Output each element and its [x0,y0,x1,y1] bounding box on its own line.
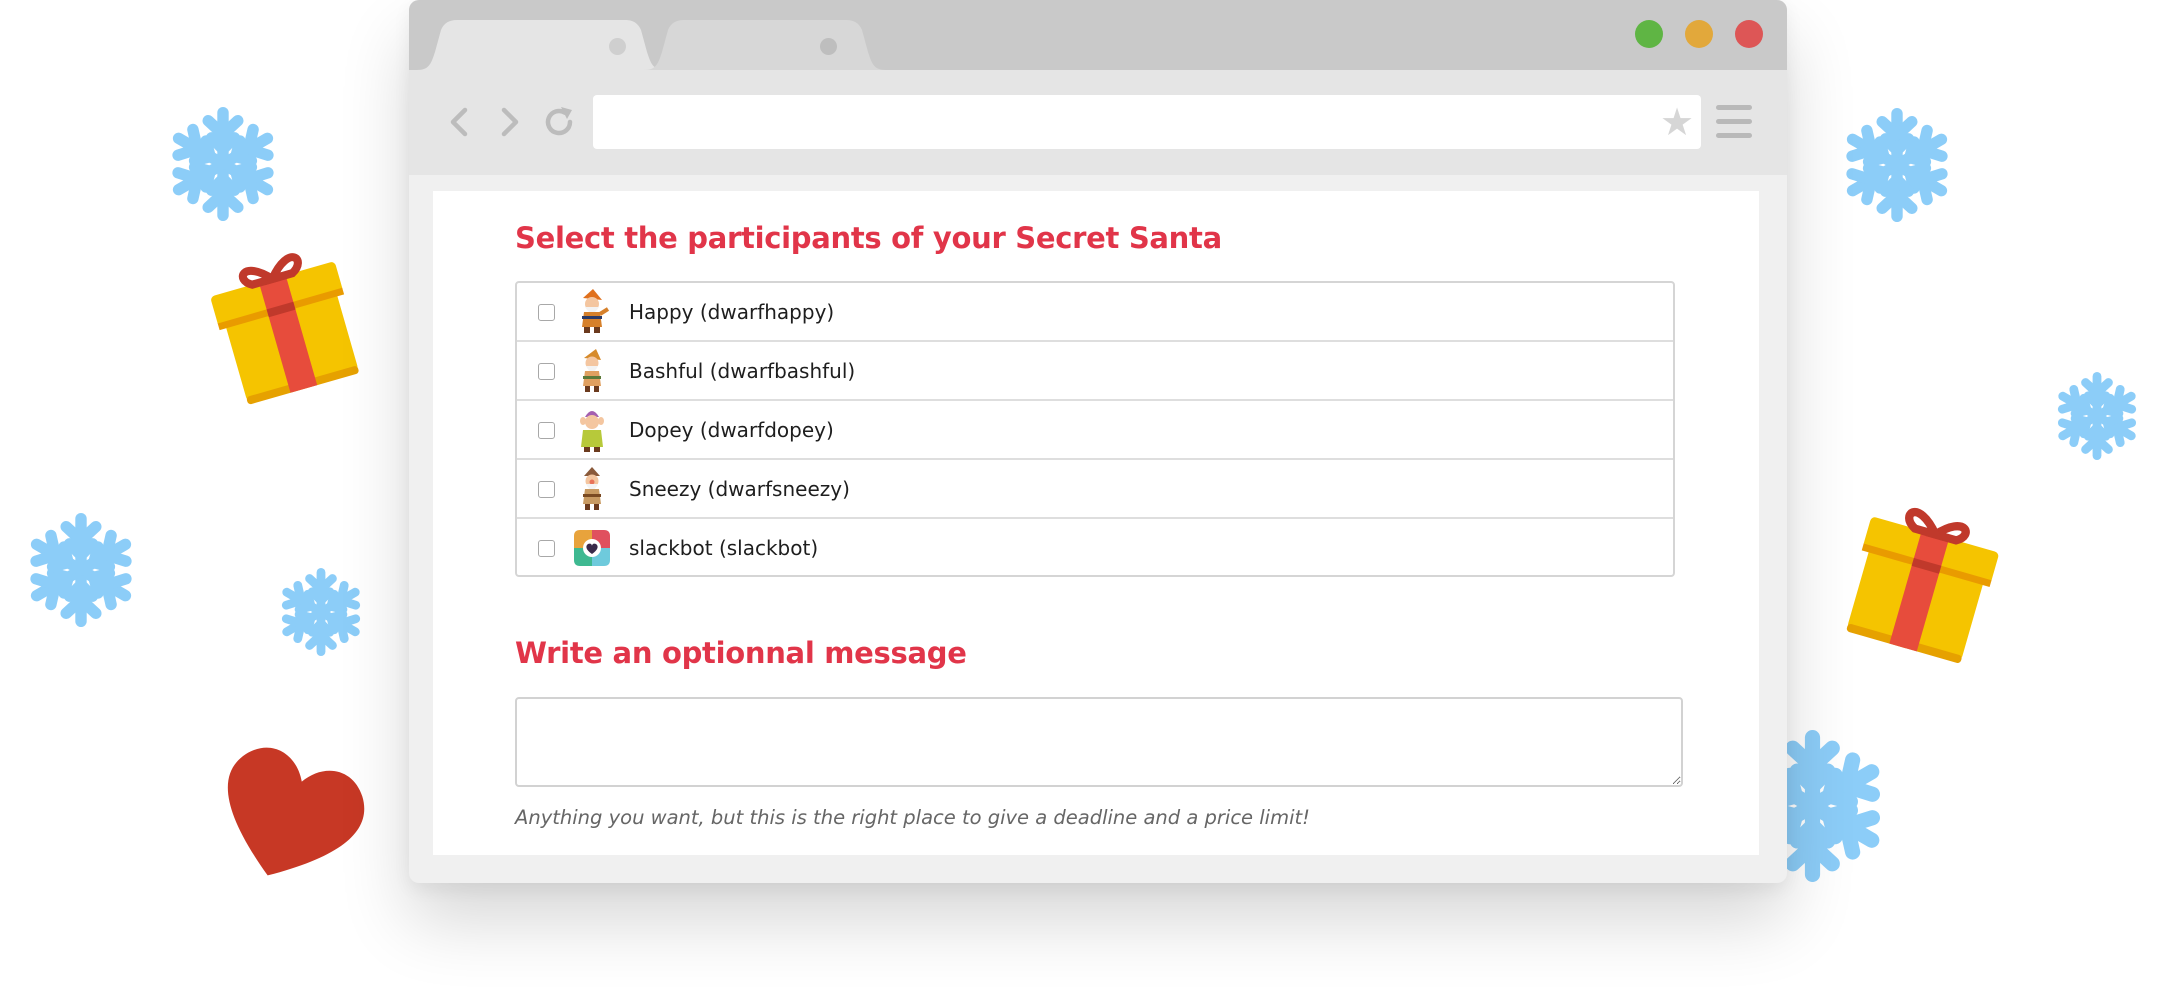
browser-window: ★ Select the participants of your Secret… [409,0,1787,883]
participant-row[interactable]: slackbot (slackbot) [517,519,1673,578]
participant-name: Dopey (dwarfdopey) [629,418,834,442]
minimize-window-button[interactable] [1685,20,1713,48]
participant-row[interactable]: Bashful (dwarfbashful) [517,342,1673,401]
participant-checkbox[interactable] [538,422,555,439]
close-window-button[interactable] [1735,20,1763,48]
message-textarea[interactable] [515,697,1683,787]
participant-name: Happy (dwarfhappy) [629,300,835,324]
star-icon[interactable]: ★ [1653,96,1701,148]
message-hint: Anything you want, but this is the right… [515,806,1310,829]
gift-box-icon [190,222,375,407]
snowflake-icon [1840,106,1954,224]
happy-dwarf-avatar [572,289,612,335]
bashful-dwarf-avatar [572,348,612,394]
snowflake-icon [24,512,138,628]
address-bar[interactable] [593,95,1701,149]
participant-row[interactable]: Happy (dwarfhappy) [517,283,1673,342]
participant-row[interactable]: Dopey (dwarfdopey) [517,401,1673,460]
participants-heading: Select the participants of your Secret S… [515,221,1222,255]
page-content: Select the participants of your Secret S… [433,191,1759,855]
snowflake-icon [2050,372,2144,460]
participant-checkbox[interactable] [538,540,555,557]
browser-tab-active[interactable] [417,20,665,70]
gift-box-icon [1830,476,2020,666]
hamburger-menu-icon[interactable] [1716,105,1752,139]
reload-icon[interactable] [541,104,577,140]
message-heading: Write an optionnal message [515,636,967,670]
maximize-window-button[interactable] [1635,20,1663,48]
participant-name: Bashful (dwarfbashful) [629,359,856,383]
participant-checkbox[interactable] [538,363,555,380]
heart-icon [202,728,378,900]
participant-checkbox[interactable] [538,304,555,321]
participants-list: Happy (dwarfhappy) Bashful (dwarfbashful… [515,281,1675,577]
snowflake-icon [166,106,280,222]
slackbot-avatar [572,525,612,571]
forward-arrow-icon[interactable] [492,104,528,140]
participant-row[interactable]: Sneezy (dwarfsneezy) [517,460,1673,519]
back-arrow-icon[interactable] [441,104,477,140]
browser-tab-inactive[interactable] [644,20,886,70]
sneezy-dwarf-avatar [572,466,612,512]
browser-toolbar: ★ [409,70,1787,175]
participant-name: Sneezy (dwarfsneezy) [629,477,850,501]
snowflake-icon [273,568,369,656]
tab-close-icon[interactable] [820,38,837,55]
dopey-dwarf-avatar [572,407,612,453]
participant-checkbox[interactable] [538,481,555,498]
title-bar [409,0,1787,70]
participant-name: slackbot (slackbot) [629,536,819,560]
tab-close-icon[interactable] [609,38,626,55]
